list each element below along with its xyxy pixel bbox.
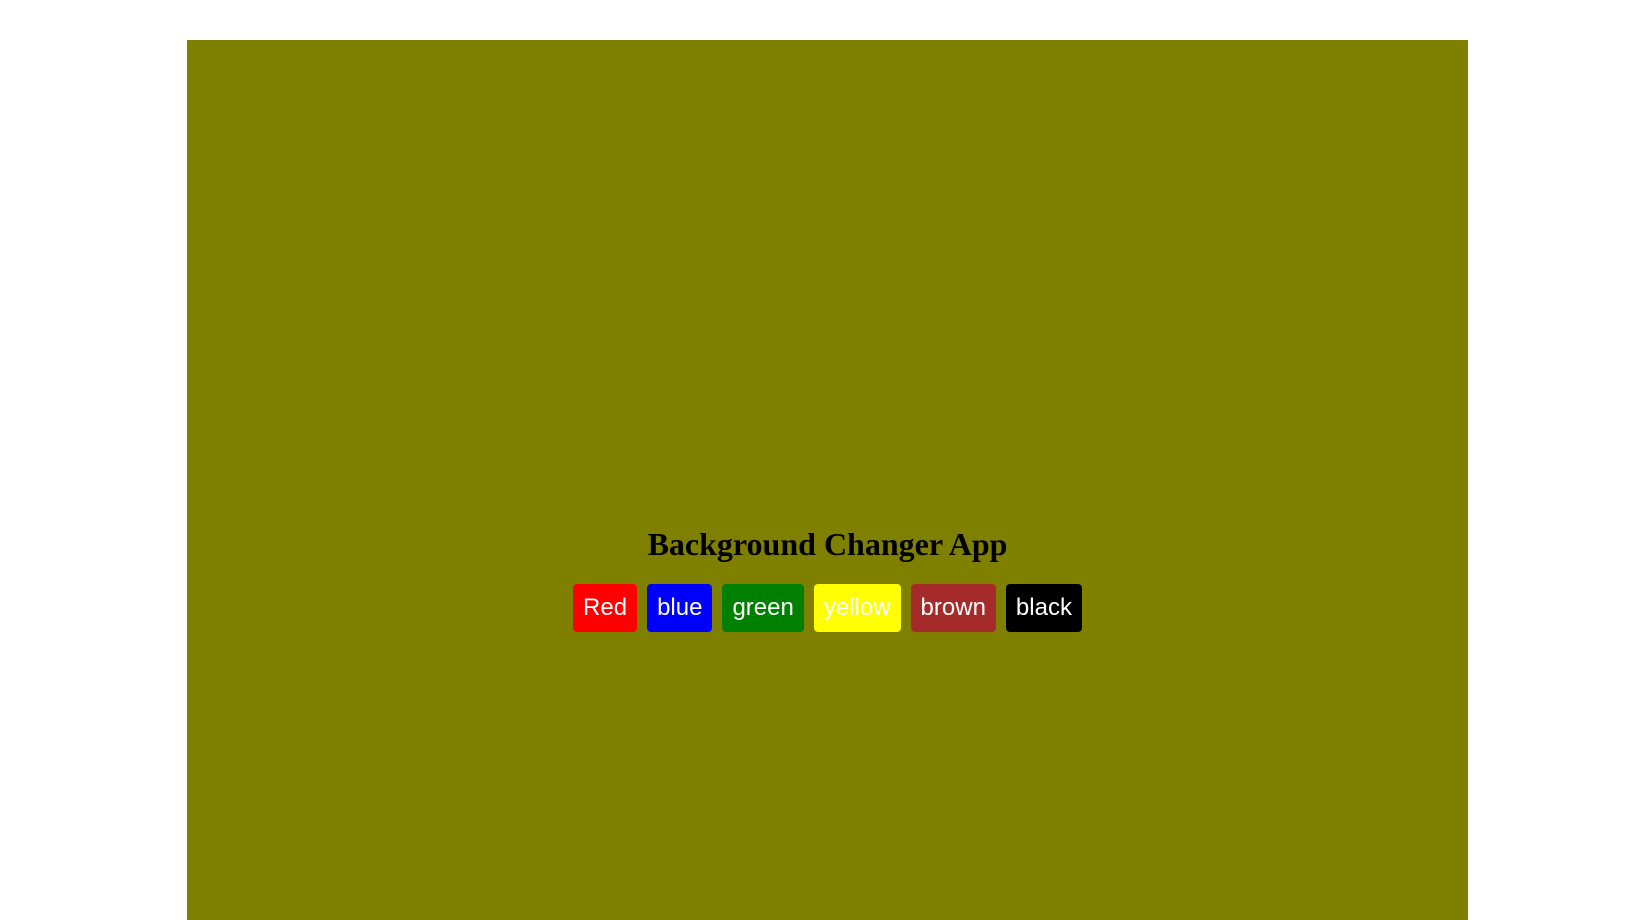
green-button[interactable]: green bbox=[722, 584, 804, 632]
brown-button[interactable]: brown bbox=[910, 584, 996, 632]
yellow-button[interactable]: yellow bbox=[813, 584, 901, 632]
page-title: Background Changer App bbox=[647, 526, 1008, 562]
app-panel: Background Changer App Red blue green ye… bbox=[187, 40, 1468, 920]
black-button[interactable]: black bbox=[1005, 584, 1082, 632]
red-button[interactable]: Red bbox=[573, 584, 638, 632]
color-button-row: Red blue green yellow brown black bbox=[187, 584, 1468, 632]
blue-button[interactable]: blue bbox=[647, 584, 713, 632]
